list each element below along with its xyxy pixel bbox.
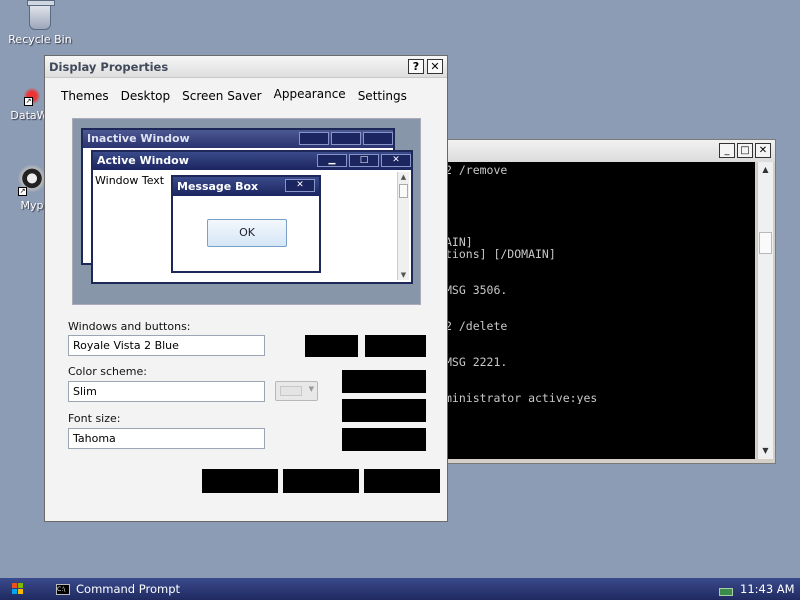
desktop-icon-label: Recycle Bin [8, 33, 72, 46]
preview-ok-button: OK [207, 219, 287, 247]
scroll-thumb[interactable] [759, 232, 772, 254]
cmd-scrollbar[interactable]: ▲ ▼ [757, 162, 773, 459]
redacted-button[interactable] [365, 335, 426, 357]
tab-bar: Themes Desktop Screen Saver Appearance S… [55, 86, 413, 106]
command-prompt-window[interactable]: _ □ ✕ 2 /remove AIN] tions] [/DOMAIN] MSG 3… [438, 139, 776, 464]
close-button[interactable]: ✕ [755, 143, 771, 158]
console-line: tions] [/DOMAIN] [445, 248, 556, 260]
maximize-button[interactable]: □ [737, 143, 753, 158]
tab-themes[interactable]: Themes [55, 86, 115, 106]
redacted-button[interactable] [342, 399, 426, 422]
console-line: MSG 2221. [445, 356, 508, 368]
chevron-down-icon: ▼ [308, 385, 314, 393]
console-line: MSG 3506. [445, 284, 508, 296]
windows-logo-icon [12, 583, 24, 595]
console-line: 2 /delete [445, 320, 508, 332]
recycle-bin-icon [27, 0, 55, 30]
preview-minimize-icon [299, 132, 329, 145]
shortcut-arrow-icon: ↗ [24, 97, 33, 106]
color-picker-button[interactable]: ▼ [275, 381, 318, 401]
redacted-ok-button[interactable] [202, 469, 278, 493]
redacted-cancel-button[interactable] [283, 469, 359, 493]
command-prompt-icon: C:\ [56, 584, 70, 595]
tab-appearance[interactable]: Appearance [268, 84, 352, 104]
preview-scrollbar: ▲ ▼ [397, 172, 409, 280]
preview-close-icon [363, 132, 393, 145]
tab-settings[interactable]: Settings [352, 86, 413, 106]
taskbar-item-command-prompt[interactable]: C:\ Command Prompt [56, 581, 180, 598]
windows-buttons-label: Windows and buttons: [68, 320, 191, 333]
start-button[interactable] [0, 578, 40, 600]
minimize-button[interactable]: _ [719, 143, 735, 158]
scroll-down-icon[interactable]: ▼ [758, 443, 773, 459]
chevron-up-icon: ▲ [400, 173, 407, 181]
cmd-titlebar[interactable]: _ □ ✕ [439, 140, 775, 162]
console-line: AIN] [445, 236, 473, 248]
window-text-sample: Window Text [95, 174, 165, 187]
color-scheme-label: Color scheme: [68, 365, 147, 378]
console-line: 2 /remove [445, 164, 508, 176]
preview-minimize-icon: ▁ [317, 154, 347, 167]
preview-message-box: Message Box ✕ OK [171, 175, 321, 273]
preview-maximize-icon: □ [349, 154, 379, 167]
taskbar: C:\ Command Prompt 11:43 AM [0, 578, 800, 600]
network-icon[interactable] [718, 582, 733, 596]
tab-screen-saver[interactable]: Screen Saver [176, 86, 267, 106]
font-size-select[interactable]: Tahoma [68, 428, 265, 449]
preview-close-icon: ✕ [381, 154, 411, 167]
windows-buttons-select[interactable]: Royale Vista 2 Blue [68, 335, 265, 356]
redacted-button[interactable] [342, 428, 426, 451]
redacted-button[interactable] [342, 370, 426, 393]
system-tray: 11:43 AM [706, 578, 800, 600]
datawa-app-icon: ↗ [22, 86, 42, 106]
preview-maximize-icon [331, 132, 361, 145]
scroll-up-icon[interactable]: ▲ [758, 162, 773, 178]
active-window-title: Active Window [97, 154, 189, 167]
redacted-apply-button[interactable] [364, 469, 440, 493]
dialog-titlebar[interactable]: Display Properties ? ✕ [45, 56, 447, 78]
desktop-icon-recycle-bin[interactable]: Recycle Bin [2, 0, 78, 46]
redacted-button[interactable] [305, 335, 358, 357]
preview-close-icon: ✕ [285, 179, 315, 192]
clock[interactable]: 11:43 AM [740, 582, 795, 596]
console-output[interactable]: 2 /remove AIN] tions] [/DOMAIN] MSG 3506. 2 … [445, 162, 755, 459]
color-scheme-select[interactable]: Slim [68, 381, 265, 402]
tab-desktop[interactable]: Desktop [115, 86, 177, 106]
console-line: ministrator active:yes [445, 392, 598, 404]
font-size-label: Font size: [68, 412, 121, 425]
inactive-window-title: Inactive Window [87, 132, 190, 145]
taskbar-item-label: Command Prompt [76, 582, 181, 596]
display-properties-dialog[interactable]: Display Properties ? ✕ Themes Desktop Sc… [44, 55, 448, 522]
message-box-title: Message Box [177, 180, 259, 193]
help-button[interactable]: ? [408, 59, 424, 74]
chevron-down-icon: ▼ [400, 271, 407, 279]
dialog-title: Display Properties [49, 60, 169, 74]
shortcut-arrow-icon: ↗ [18, 187, 27, 196]
close-button[interactable]: ✕ [427, 59, 443, 74]
